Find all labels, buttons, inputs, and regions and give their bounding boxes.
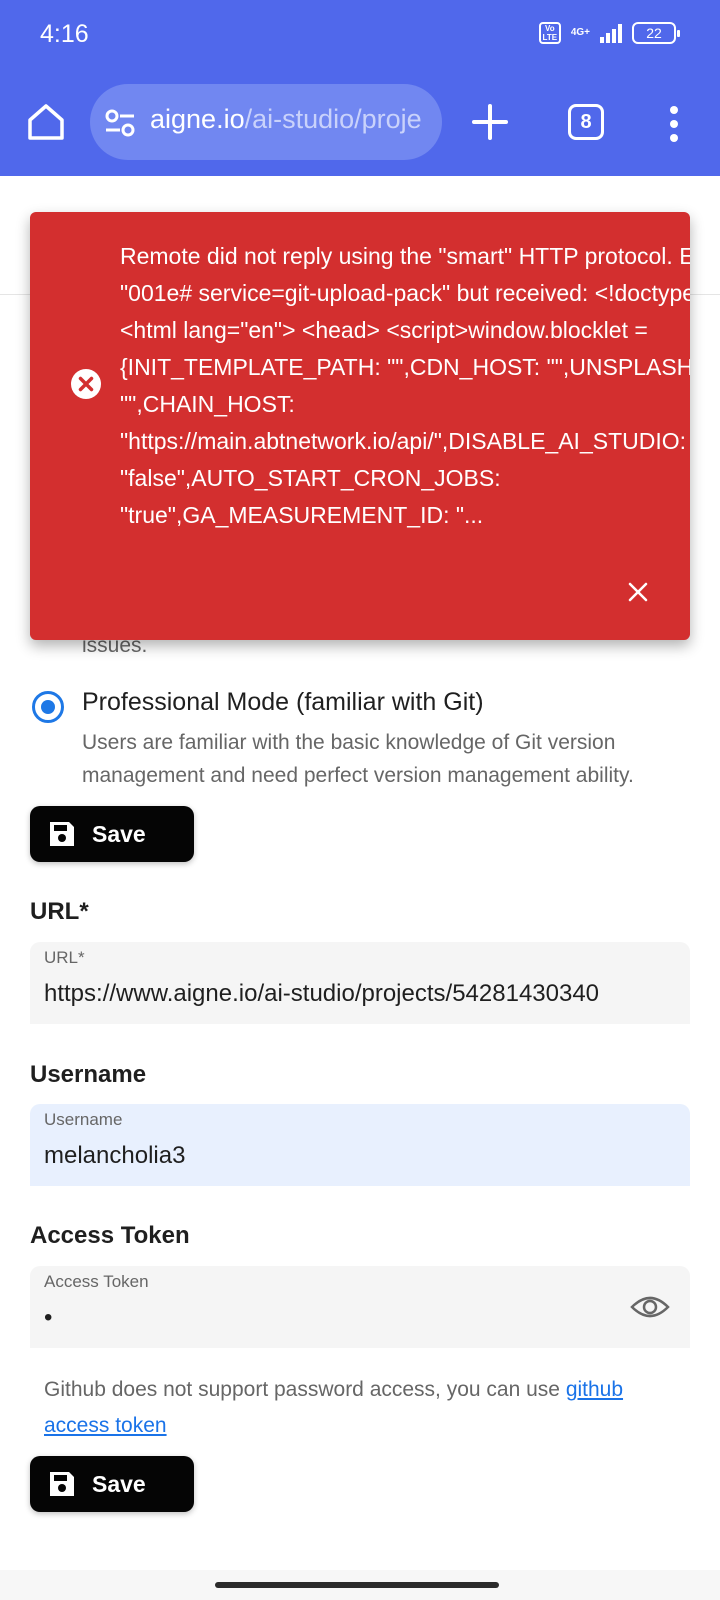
volte-icon: Vo LTE bbox=[538, 22, 561, 44]
access-token-field[interactable]: Access Token • bbox=[30, 1266, 690, 1348]
professional-mode-radio[interactable] bbox=[32, 691, 64, 723]
url-text[interactable]: aigne.io/ai-studio/proje bbox=[150, 104, 432, 135]
username-field-label: Username bbox=[44, 1110, 123, 1129]
network-type: 4G+ bbox=[570, 27, 590, 38]
access-token-help: Github does not support password access,… bbox=[44, 1372, 684, 1444]
status-icons: Vo LTE 4G+ 22 bbox=[538, 22, 680, 44]
url-field[interactable]: URL* https://www.aigne.io/ai-studio/proj… bbox=[30, 942, 690, 1024]
save-label: Save bbox=[92, 820, 146, 847]
access-token-heading: Access Token bbox=[30, 1222, 190, 1249]
url-field-label: URL* bbox=[44, 948, 85, 967]
close-icon[interactable] bbox=[626, 580, 650, 604]
eye-icon[interactable] bbox=[630, 1292, 670, 1322]
access-token-field-value[interactable]: • bbox=[44, 1304, 52, 1332]
username-heading: Username bbox=[30, 1061, 147, 1088]
url-path: /ai-studio/proje bbox=[244, 104, 422, 134]
new-tab-icon[interactable] bbox=[468, 100, 512, 144]
status-time: 4:16 bbox=[40, 20, 89, 48]
error-message: Remote did not reply using the "smart" H… bbox=[120, 243, 690, 528]
url-heading: URL* bbox=[30, 898, 89, 925]
access-token-field-label: Access Token bbox=[44, 1272, 149, 1291]
save-git-settings-button[interactable]: Save bbox=[30, 1456, 194, 1512]
error-icon bbox=[71, 369, 101, 399]
more-menu-icon[interactable] bbox=[662, 104, 686, 144]
battery-icon: 22 bbox=[632, 22, 680, 44]
save-icon bbox=[50, 822, 74, 846]
url-host: aigne.io bbox=[150, 104, 245, 134]
url-field-value[interactable]: https://www.aigne.io/ai-studio/projects/… bbox=[44, 980, 599, 1008]
username-field[interactable]: Username melancholia3 bbox=[30, 1104, 690, 1186]
signal-icon bbox=[600, 23, 622, 43]
tab-switcher-button[interactable]: 8 bbox=[568, 104, 604, 140]
site-settings-icon[interactable] bbox=[104, 108, 136, 138]
professional-mode-description: Users are familiar with the basic knowle… bbox=[82, 731, 634, 787]
save-label: Save bbox=[92, 1470, 146, 1497]
help-text: Github does not support password access,… bbox=[44, 1378, 566, 1401]
home-icon[interactable] bbox=[24, 100, 68, 144]
save-icon bbox=[50, 1472, 74, 1496]
username-field-value[interactable]: melancholia3 bbox=[44, 1142, 185, 1170]
save-mode-button[interactable]: Save bbox=[30, 806, 194, 862]
gesture-handle[interactable] bbox=[215, 1582, 499, 1588]
professional-mode-label[interactable]: Professional Mode (familiar with Git) bbox=[82, 688, 484, 717]
error-toast: Remote did not reply using the "smart" H… bbox=[30, 212, 690, 640]
